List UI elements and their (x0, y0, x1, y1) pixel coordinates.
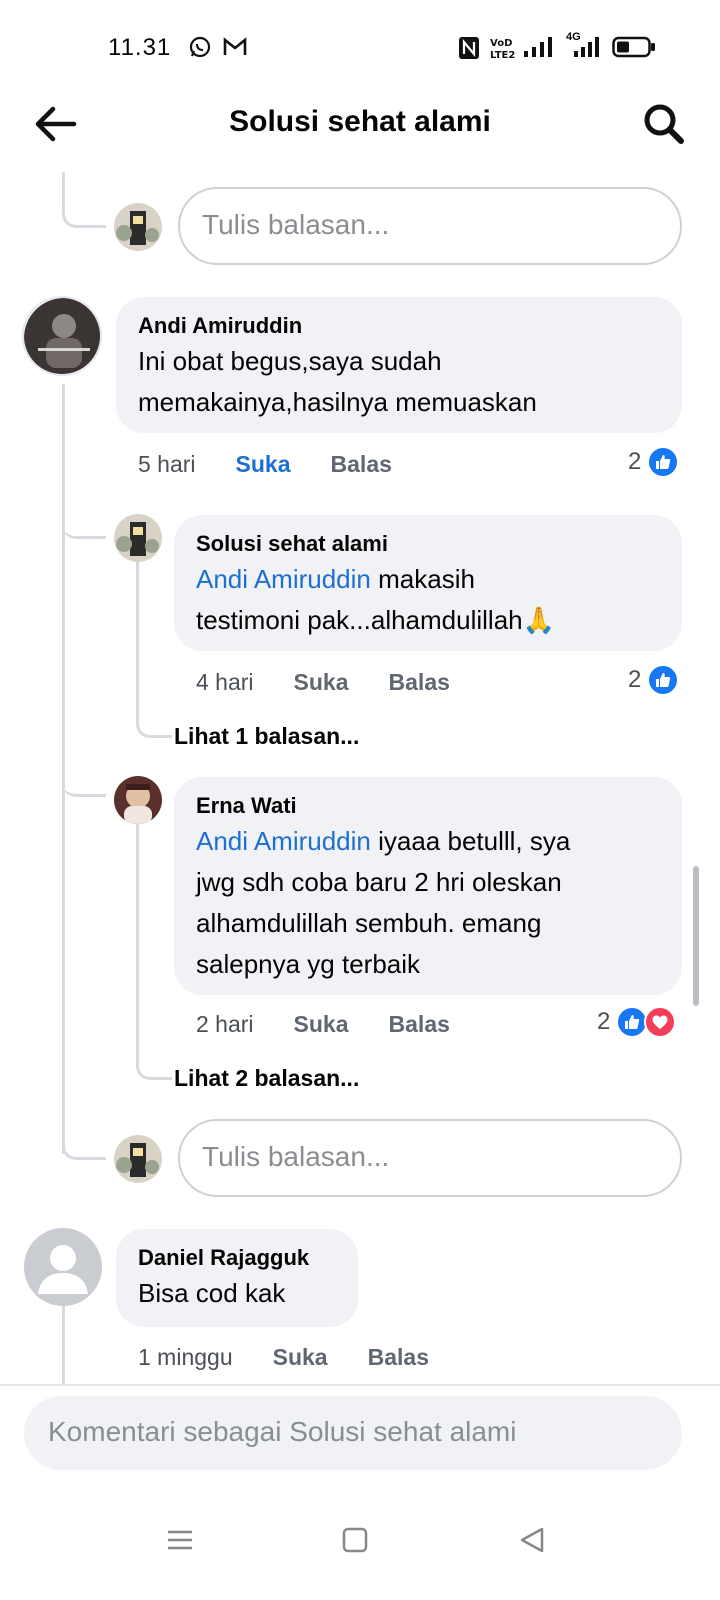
like-button[interactable]: Suka (294, 669, 349, 696)
volte-icon: VoD LTE2 (490, 38, 515, 60)
reply-button[interactable]: Balas (368, 1344, 429, 1371)
thread-connector (62, 1305, 65, 1385)
app-bar: Solusi sehat alami (0, 88, 720, 162)
home-square-icon (342, 1527, 368, 1553)
nfc-icon (459, 37, 479, 59)
reply-input[interactable]: Tulis balasan... (178, 1119, 682, 1197)
reply-button[interactable]: Balas (331, 451, 392, 478)
divider (0, 1384, 720, 1386)
menu-icon (168, 1530, 192, 1550)
comment-actions: 1 minggu Suka Balas (138, 1344, 429, 1371)
avatar-page[interactable] (114, 514, 162, 562)
thread-connector (136, 822, 172, 1080)
reaction-count: 2 (597, 1008, 611, 1035)
reply-bubble: Solusi sehat alami Andi Amiruddin makasi… (174, 515, 682, 651)
like-button[interactable]: Suka (236, 451, 291, 478)
svg-text:LTE2: LTE2 (490, 50, 515, 60)
comment-bubble: Andi Amiruddin Ini obat begus,saya sudah… (116, 297, 682, 433)
avatar-page[interactable] (114, 203, 162, 251)
like-button[interactable]: Suka (273, 1344, 328, 1371)
default-avatar-icon (38, 1245, 88, 1294)
reply-button[interactable]: Balas (389, 1011, 450, 1038)
signal-icon-1 (524, 37, 552, 57)
reaction-count: 2 (628, 448, 642, 475)
avatar-page[interactable] (114, 1135, 162, 1183)
back-nav-button[interactable] (502, 1510, 562, 1570)
comment-text: Ini obat begus,saya sudah memakainya,hasi… (138, 346, 537, 417)
reaction-summary[interactable]: 2 (597, 1006, 677, 1038)
search-icon (644, 104, 684, 144)
signal-icon-2 (574, 37, 599, 57)
reaction-summary[interactable]: 2 (628, 664, 680, 696)
reply-author[interactable]: Erna Wati (196, 791, 658, 821)
mention-link[interactable]: Andi Amiruddin (196, 564, 371, 594)
system-nav-bar (0, 1480, 720, 1600)
comment-author[interactable]: Daniel Rajagguk (138, 1243, 334, 1273)
gmail-icon (223, 37, 247, 55)
like-button[interactable]: Suka (294, 1011, 349, 1038)
reply-bubble: Erna Wati Andi Amiruddin iyaaa betulll, … (174, 777, 682, 995)
view-replies-link[interactable]: Lihat 2 balasan... (174, 1065, 359, 1092)
reply-time[interactable]: 4 hari (196, 669, 254, 696)
comment-actions: 5 hari Suka Balas (138, 451, 392, 478)
comment-input[interactable]: Komentari sebagai Solusi sehat alami (24, 1396, 682, 1470)
status-bar: 11.31 VoD LTE2 4G (0, 0, 720, 96)
reply-author[interactable]: Solusi sehat alami (196, 529, 658, 559)
mention-link[interactable]: Andi Amiruddin (196, 826, 371, 856)
avatar-andi-amiruddin[interactable] (22, 296, 102, 376)
reply-input[interactable]: Tulis balasan... (178, 187, 682, 265)
love-reaction-icon (644, 1006, 677, 1038)
home-nav-button[interactable] (325, 1510, 385, 1570)
menu-nav-button[interactable] (150, 1510, 210, 1570)
like-reaction-icon (647, 664, 680, 696)
reply-text: Andi Amiruddin iyaaa betulll, sya jwg sdh… (196, 826, 571, 979)
comment-time[interactable]: 5 hari (138, 451, 196, 478)
like-reaction-icon (647, 446, 680, 478)
reply-button[interactable]: Balas (389, 669, 450, 696)
comment-text: Bisa cod kak (138, 1278, 286, 1308)
reaction-count: 2 (628, 666, 642, 693)
thread-connector (62, 495, 106, 539)
svg-text:VoD: VoD (490, 38, 512, 49)
reply-actions: 2 hari Suka Balas (196, 1011, 450, 1038)
thread-connector (136, 560, 172, 738)
thread-connector (62, 1110, 106, 1160)
status-time: 11.31 (108, 34, 172, 61)
whatsapp-icon (189, 36, 211, 58)
avatar-erna-wati[interactable] (114, 776, 162, 824)
comment-time[interactable]: 1 minggu (138, 1344, 233, 1371)
reaction-summary[interactable]: 2 (628, 446, 680, 478)
page-title: Solusi sehat alami (229, 105, 491, 138)
thread-connector (62, 172, 106, 228)
avatar-daniel-rajagguk[interactable] (24, 1228, 102, 1306)
reply-time[interactable]: 2 hari (196, 1011, 254, 1038)
comment-author[interactable]: Andi Amiruddin (138, 311, 658, 341)
comment-bubble: Daniel Rajagguk Bisa cod kak (116, 1229, 358, 1327)
thread-connector (62, 755, 106, 797)
battery-icon (612, 36, 655, 58)
reply-actions: 4 hari Suka Balas (196, 669, 450, 696)
reply-text: Andi Amiruddin makasih testimoni pak...al… (196, 564, 555, 635)
search-button[interactable] (640, 100, 688, 148)
triangle-back-icon (520, 1527, 544, 1553)
scrollbar[interactable] (693, 866, 699, 1006)
view-replies-link[interactable]: Lihat 1 balasan... (174, 723, 359, 750)
